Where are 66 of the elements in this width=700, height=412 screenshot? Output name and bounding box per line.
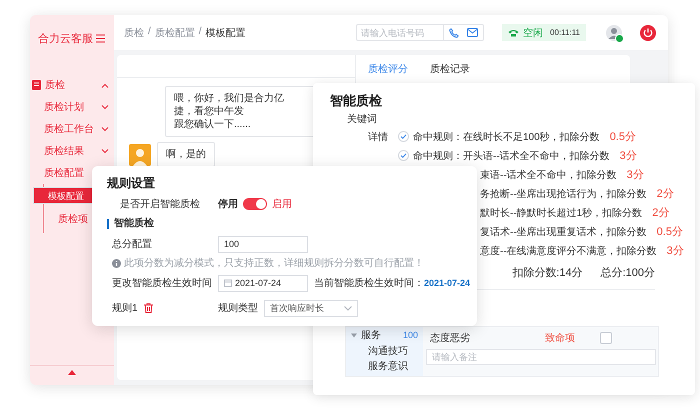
rule-score: 3分 [666, 244, 684, 258]
menu-icon[interactable] [96, 34, 105, 43]
rule-score: 3分 [626, 168, 644, 182]
rule-text: 命中规则：开头语--话术全不命中，扣除分数 [413, 150, 610, 162]
rule-score: 0.5分 [610, 130, 636, 144]
power-icon[interactable] [640, 24, 656, 40]
field-label: 更改智能质检生效时间 [111, 276, 213, 290]
total-score-field[interactable]: 100 [218, 236, 308, 252]
rule-label: 规则1 [112, 302, 138, 315]
phone-icon [508, 28, 520, 36]
remark-field[interactable]: 请输入备注 [426, 349, 656, 365]
calendar-icon [224, 279, 232, 287]
toggle-switch[interactable] [243, 198, 267, 210]
section-title: 智能质检 [114, 217, 154, 231]
breadcrumb-link[interactable]: 质检 [124, 26, 144, 40]
status-label: 空闲 [523, 26, 544, 40]
nav-item[interactable]: 质检工作台 [30, 118, 114, 140]
logo: 合力云客服 [38, 32, 93, 46]
breadcrumb-separator: / [198, 26, 202, 38]
section-marker [107, 219, 109, 229]
nav-item[interactable]: 质检计划 [30, 96, 114, 118]
detail-label: 详情 [368, 132, 388, 142]
mail-icon[interactable] [467, 28, 478, 37]
agent-avatar[interactable] [606, 24, 622, 40]
severity-label: 致命项 [545, 332, 576, 345]
tab[interactable]: 质检记录 [430, 62, 470, 76]
rule-score: 2分 [652, 206, 670, 220]
call-timer: 00:11:11 [550, 28, 580, 37]
nav-item[interactable]: 质检 [30, 74, 114, 96]
current-date: 2021-07-24 [424, 278, 470, 288]
rule-score: 2分 [656, 187, 674, 201]
breadcrumb-link[interactable]: 质检配置 [154, 26, 195, 40]
rule-score: 0.5分 [656, 225, 683, 239]
trash-icon[interactable] [144, 303, 153, 313]
item-name: 态度恶劣 [430, 332, 471, 345]
date-field[interactable]: 2021-07-24 [218, 274, 308, 292]
field-label: 总分配置 [111, 238, 153, 251]
info-icon [112, 259, 121, 268]
field-label: 规则类型 [218, 302, 258, 315]
rule-text: 意度--在线满意度评分不满意，扣除分数 [480, 244, 657, 258]
total-score: 总分:100分 [600, 266, 655, 281]
checkbox[interactable] [600, 332, 612, 344]
breadcrumb-separator: / [148, 26, 151, 38]
off-label: 停用 [218, 198, 238, 211]
tree-item[interactable]: 服务意识 [346, 359, 423, 374]
tree-item[interactable]: 沟通技巧 [346, 344, 423, 359]
tab[interactable]: 质检评分 [368, 62, 408, 76]
rule-type-select[interactable]: 首次响应时长 [264, 300, 358, 316]
status-pill[interactable]: 空闲 00:11:11 [502, 24, 586, 41]
phone-search-field[interactable]: 请输入电话号码 [356, 24, 444, 41]
rule-text: 务抢断--坐席出现抢话行为，扣除分数 [480, 188, 647, 200]
rule-text: 命中规则：在线时长不足100秒，扣除分数 [413, 130, 600, 144]
nav-item[interactable]: 质检结果 [30, 140, 114, 162]
on-label: 启用 [272, 198, 292, 211]
chevron-icon [344, 306, 352, 310]
avatar-icon [129, 144, 151, 166]
rule-score: 3分 [620, 149, 637, 163]
rule-text: 复话术--坐席出现重复话术，扣除分数 [480, 226, 647, 238]
current-date-label: 当前智能质检生效时间： [314, 276, 424, 290]
hint-text: 此项分数为减分模式，只支持正数，详细规则拆分分数可自行配置！ [124, 257, 424, 270]
rule-text: 束语--话术全不命中，扣除分数 [480, 168, 617, 182]
rule-text: 默时长--静默时长超过1秒，扣除分数 [480, 206, 642, 220]
tree-item[interactable]: 服务 100 [346, 327, 423, 344]
phone-icon[interactable] [449, 28, 460, 38]
deducted-score: 扣除分数:14分 [512, 266, 583, 281]
collapse-icon[interactable] [68, 370, 76, 375]
